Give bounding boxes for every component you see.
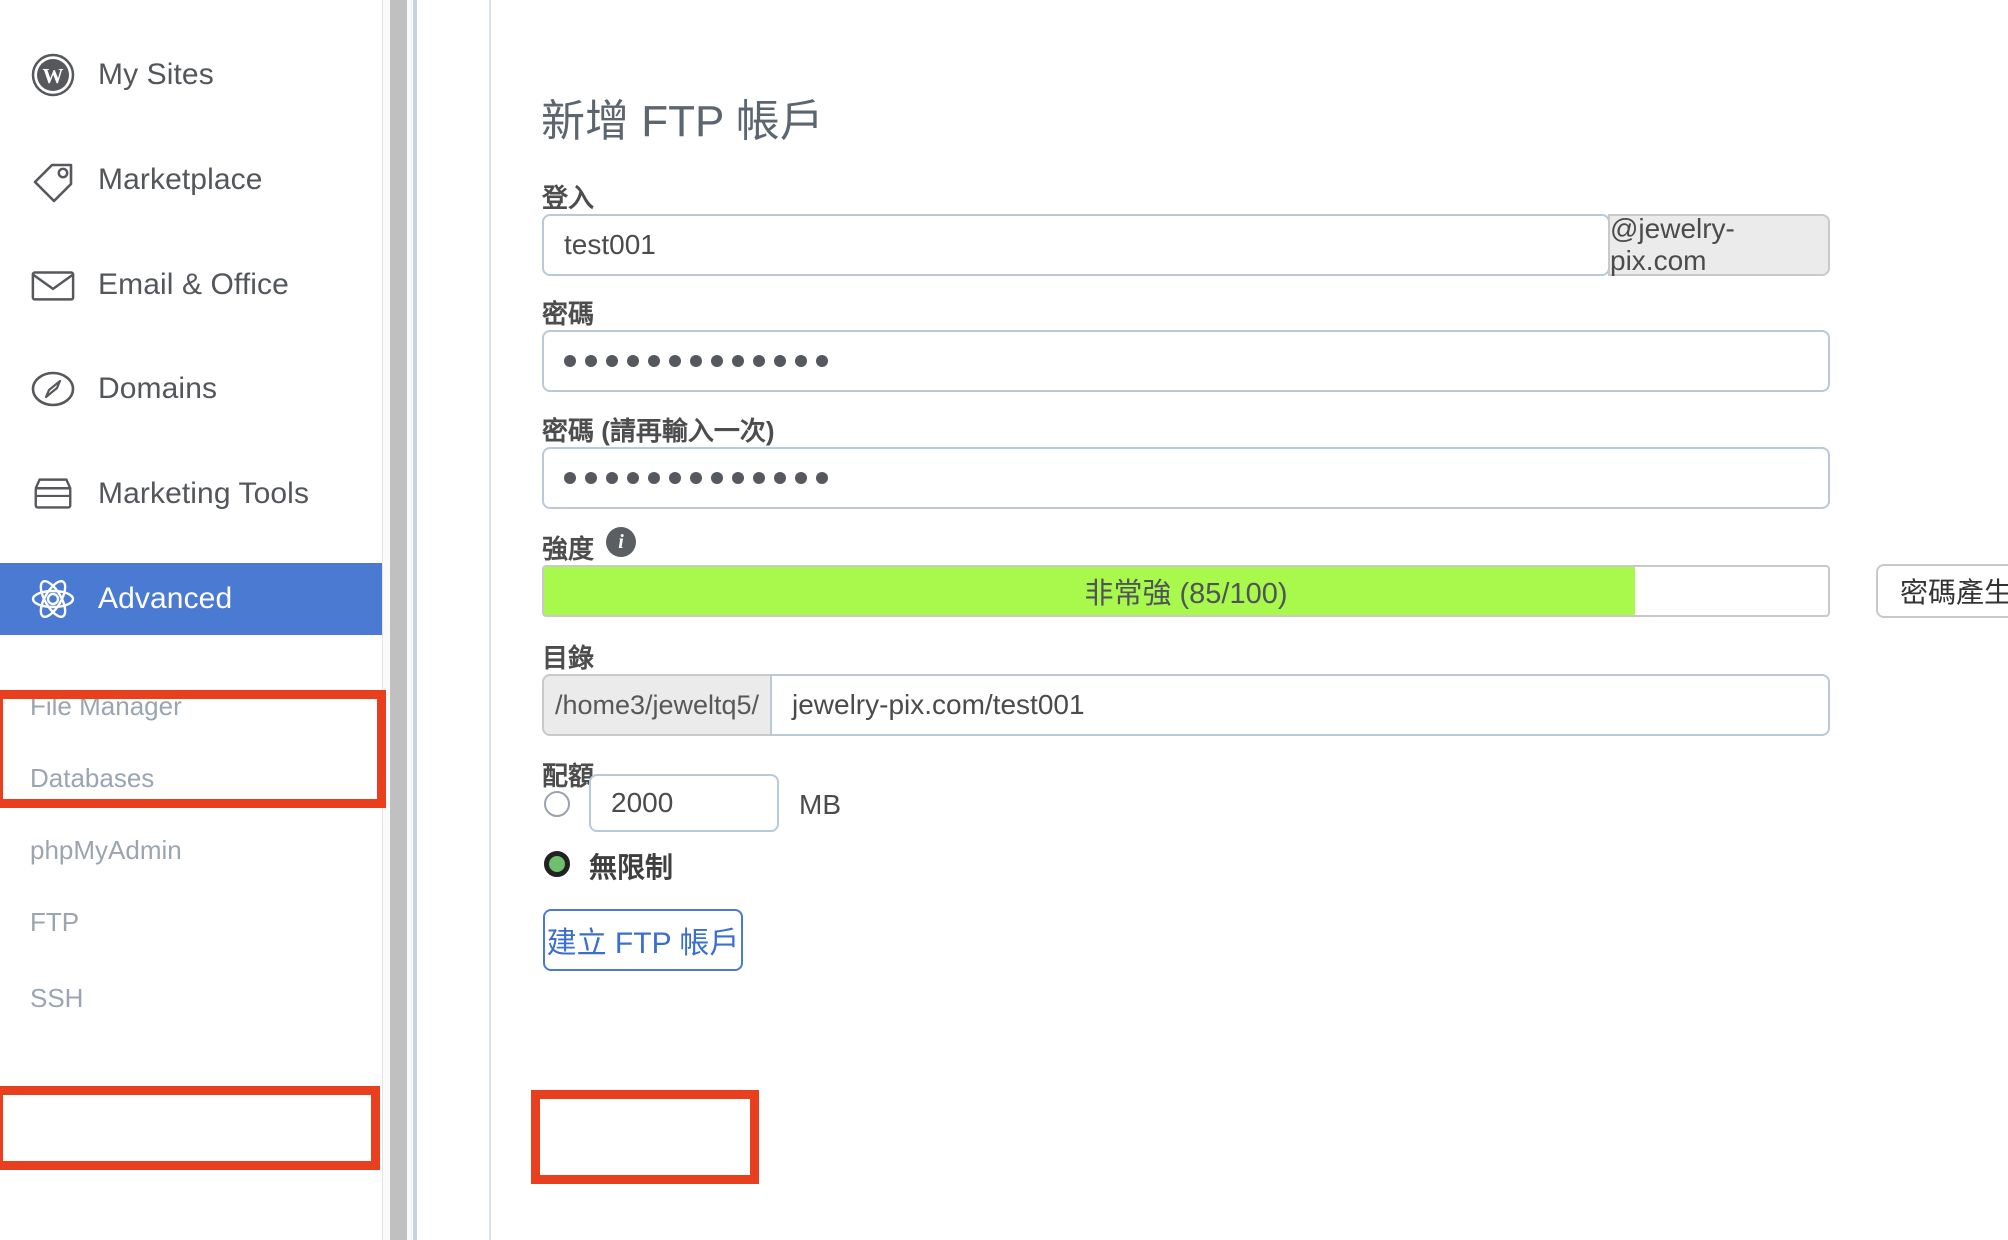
compass-icon <box>30 366 76 412</box>
sidebar-item-email-office[interactable]: Email & Office <box>0 248 382 322</box>
password-confirm-masked-value <box>564 472 828 484</box>
svg-text:W: W <box>43 64 64 88</box>
sidebar-item-label: Marketing Tools <box>98 477 310 510</box>
login-label: 登入 <box>542 183 595 213</box>
strength-label: 強度 <box>542 534 595 564</box>
content-left-rule <box>489 0 491 1240</box>
info-icon[interactable]: i <box>606 527 636 557</box>
quota-label: 配額 <box>542 761 595 791</box>
sidebar-item-advanced[interactable]: Advanced <box>0 563 382 635</box>
password-confirm-label: 密碼 (請再輸入一次) <box>542 416 775 446</box>
create-ftp-account-button[interactable]: 建立 FTP 帳戶 <box>543 909 743 971</box>
envelope-icon <box>30 262 76 308</box>
sidebar-item-label: Email & Office <box>98 268 289 301</box>
storefront-icon <box>30 471 76 517</box>
password-masked-value <box>564 355 828 367</box>
sidebar-subitem-file-manager[interactable]: File Manager <box>0 670 382 742</box>
password-strength-bar: 非常強 (85/100) <box>542 565 1830 617</box>
password-input[interactable] <box>542 330 1830 392</box>
page-title: 新增 FTP 帳戶 <box>541 97 824 147</box>
sidebar-subitem-label: FTP <box>30 906 80 937</box>
sidebar-subitem-ssh[interactable]: SSH <box>0 962 382 1034</box>
sidebar-item-label: Domains <box>98 372 218 405</box>
sidebar-subitem-label: SSH <box>30 982 84 1013</box>
main-content: 新增 FTP 帳戶 登入 test001 @jewelry-pix.com 密碼… <box>491 0 2008 1240</box>
quota-unlimited-radio[interactable] <box>544 851 570 877</box>
sidebar-item-my-sites[interactable]: W My Sites <box>0 38 382 112</box>
login-input[interactable]: test001 <box>542 214 1610 276</box>
quota-value-input[interactable]: 2000 <box>589 774 779 832</box>
password-generator-button[interactable]: 密碼產生器 <box>1876 564 2008 618</box>
directory-label: 目錄 <box>542 643 595 673</box>
sidebar-subitem-label: phpMyAdmin <box>30 834 182 865</box>
sidebar: W My Sites Marketplace Email & Office Do… <box>0 0 382 1240</box>
sidebar-subitem-phpmyadmin[interactable]: phpMyAdmin <box>0 814 382 886</box>
password-label: 密碼 <box>542 299 595 329</box>
wordpress-icon: W <box>30 52 76 98</box>
atom-icon <box>30 576 76 622</box>
tag-icon <box>30 157 76 203</box>
quota-unit-label: MB <box>799 789 841 820</box>
password-confirm-input[interactable] <box>542 447 1830 509</box>
directory-prefix: /home3/jeweltq5/ <box>542 674 772 736</box>
sidebar-scrollbar-thumb[interactable] <box>390 0 407 1240</box>
panel-divider <box>413 0 417 1240</box>
directory-input[interactable]: jewelry-pix.com/test001 <box>770 674 1830 736</box>
sidebar-subitem-label: Databases <box>30 762 155 793</box>
sidebar-subitem-ftp[interactable]: FTP <box>0 886 382 958</box>
quota-unlimited-label: 無限制 <box>589 852 674 883</box>
login-domain-suffix: @jewelry-pix.com <box>1608 213 1830 276</box>
sidebar-item-label: My Sites <box>98 58 214 91</box>
sidebar-subitem-databases[interactable]: Databases <box>0 742 382 814</box>
quota-limited-radio[interactable] <box>544 791 570 817</box>
sidebar-item-domains[interactable]: Domains <box>0 352 382 426</box>
sidebar-item-marketplace[interactable]: Marketplace <box>0 143 382 217</box>
sidebar-item-label: Advanced <box>98 582 233 615</box>
password-strength-text: 非常強 (85/100) <box>1084 578 1288 610</box>
sidebar-item-marketing-tools[interactable]: Marketing Tools <box>0 457 382 531</box>
sidebar-subitem-label: File Manager <box>30 690 182 721</box>
sidebar-item-label: Marketplace <box>98 163 263 196</box>
